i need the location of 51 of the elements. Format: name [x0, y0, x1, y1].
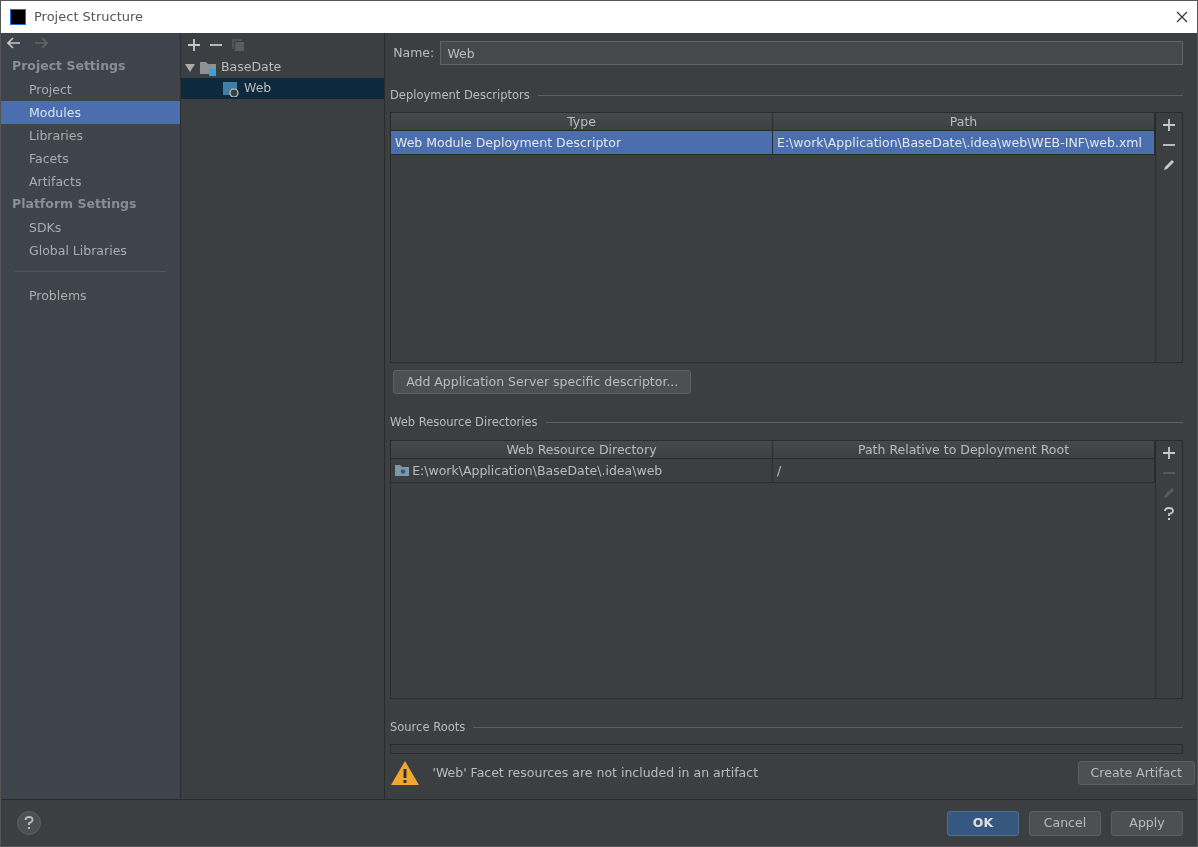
add-icon[interactable]	[1163, 119, 1175, 132]
create-artifact-button[interactable]: Create Artifact	[1077, 760, 1195, 786]
table-cell: Web Module Deployment Descriptor	[395, 135, 622, 151]
table-row[interactable]: Web Module Deployment Descriptor E:\work\Application\BaseDate\.idea\web\WEB-INF\web.xml	[391, 131, 1155, 156]
tree-node[interactable]: Web	[181, 78, 384, 99]
help-button[interactable]	[17, 811, 41, 835]
group-title: Source Roots	[390, 718, 466, 736]
help-icon	[24, 816, 34, 830]
back-arrow-icon[interactable]	[7, 37, 22, 49]
warning-message: 'Web' Facet resources are not included in an artifact	[432, 763, 759, 782]
name-field[interactable]: Web	[440, 41, 1183, 65]
window-title: Project Structure	[34, 8, 144, 27]
help-icon[interactable]	[1163, 506, 1175, 521]
pencil-icon[interactable]	[1163, 159, 1175, 172]
dialog-button[interactable]: Cancel	[1029, 810, 1101, 836]
tree-node[interactable]: BaseDate	[181, 57, 384, 78]
sidebar-item[interactable]: Artifacts	[1, 170, 180, 193]
close-icon[interactable]	[1176, 11, 1188, 23]
dialog-button[interactable]: Apply	[1111, 810, 1183, 836]
add-descriptor-button[interactable]: Add Application Server specific descriptor...	[393, 369, 692, 395]
table-row[interactable]: E:\work\Application\BaseDate\.idea\web /	[391, 458, 1155, 483]
sidebar-item[interactable]: Global Libraries	[1, 238, 180, 262]
expanded-triangle-icon[interactable]	[185, 62, 195, 73]
group-title: Web Resource Directories	[390, 414, 538, 432]
section-heading: Project Settings	[11, 57, 127, 76]
table-cell-text: E:\work\Application\BaseDate\.idea\web	[412, 461, 663, 480]
sidebar-item[interactable]: Project	[1, 78, 180, 101]
sidebar-item[interactable]: Facets	[1, 147, 180, 170]
tree-label: BaseDate	[221, 58, 282, 77]
table-cell: E:\work\Application\BaseDate\.idea\web\WEB-INF\web.xml	[777, 135, 1142, 151]
app-logo-icon	[10, 9, 26, 25]
column-header[interactable]: Path Relative to Deployment Root	[773, 440, 1155, 458]
name-label: Name:	[393, 43, 435, 62]
web-module-icon	[223, 80, 239, 97]
sidebar-item[interactable]: Libraries	[1, 124, 180, 147]
column-header[interactable]: Web Resource Directory	[391, 440, 773, 458]
column-header[interactable]: Path	[773, 113, 1155, 131]
warning-icon	[390, 760, 420, 786]
section-heading: Platform Settings	[11, 195, 138, 213]
sidebar-item[interactable]: SDKs	[1, 215, 180, 239]
column-header[interactable]: Type	[391, 113, 773, 131]
table-cell: /	[777, 462, 782, 478]
folder-icon	[395, 464, 409, 476]
add-icon[interactable]	[1163, 446, 1175, 459]
dialog-button[interactable]: OK	[947, 810, 1019, 836]
folder-icon	[200, 59, 216, 76]
group-title: Deployment Descriptors	[390, 87, 530, 104]
tree-label: Web	[244, 79, 272, 98]
add-icon[interactable]	[188, 39, 200, 51]
sidebar-item[interactable]: Problems	[1, 283, 180, 307]
sidebar-item[interactable]: Modules	[1, 101, 180, 124]
